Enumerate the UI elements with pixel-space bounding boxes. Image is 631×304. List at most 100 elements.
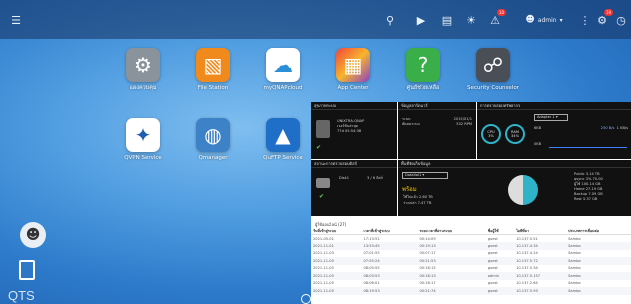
robot-assistant-icon[interactable]: ☻ (20, 222, 46, 248)
table-cell: 08:19:53 (361, 287, 418, 295)
user-menu[interactable]: ☻ admin ▾ (515, 12, 573, 28)
dashboard-icon[interactable]: ◷ (614, 12, 628, 28)
app-qvpn-service[interactable]: ✦ QVPN Service (113, 118, 173, 162)
disk-status-panel[interactable]: สถานะการตรวจสอบดิสก์ Disk1 3 / 6 ดิสก์ ✔ (311, 160, 397, 216)
app-control-panel[interactable]: ⚙ แผงควบคุม (113, 48, 173, 92)
column-header[interactable]: เวลาที่เข้าสู่ระบบ (361, 227, 418, 235)
table-cell: 2021-11-05 (313, 266, 334, 271)
column-header[interactable]: ระยะเวลาที่ผ่านระบบ (417, 227, 486, 235)
app-center[interactable]: ▦ App Center (323, 48, 383, 92)
table-cell: guest (485, 242, 515, 250)
table-cell: 2021-11-05 (311, 257, 362, 265)
table-cell: 17:13:51 (363, 236, 380, 241)
table-cell: guest (487, 251, 498, 256)
column-header[interactable]: ไอพีที่มา (514, 227, 567, 235)
table-row[interactable]: 2021-11-03 07:01:55 00:07:17 guest 10.137.4.… (311, 250, 631, 258)
network-graph (549, 144, 627, 148)
search-icon[interactable]: ⚲ (383, 12, 397, 28)
desktop: ☰ ⚲ ▶ ▤ ☀ ⚠ 10 ☻ admin ▾ ⋮ ⚙ 10 ◷ ⚙ แผงควบ… (0, 0, 631, 304)
volume-value: DataVol1 (405, 173, 422, 177)
trash-icon[interactable] (19, 260, 35, 280)
storage-pie (508, 175, 538, 205)
volume-icon[interactable]: ▶ (414, 12, 428, 28)
app-label: ศูนย์ช่วยเหลือ (406, 85, 440, 91)
table-cell: Samba (566, 257, 631, 265)
table-cell: 10.137.5.51 (516, 236, 538, 241)
column-header[interactable]: วันที่เข้าสู่ระบบ (311, 227, 362, 235)
table-cell: Samba (568, 236, 581, 241)
app-help-center[interactable]: ? ศูนย์ช่วยเหลือ (393, 48, 453, 92)
graph-scale-bottom: 0KB (534, 142, 542, 146)
table-cell: 07:01:55 (363, 251, 380, 256)
hardware-info-panel[interactable]: ข้อมูลฮาร์ดแวร์ ระบบ 2015/01/1 พัดลมระบบ 5… (398, 102, 476, 159)
table-row[interactable]: 2021-11-05 07:55:24 00:21:53 guest 10.137.5.… (311, 257, 631, 265)
table-cell: 08:05:55 (363, 266, 380, 271)
more-options-icon[interactable]: ⋮ (580, 12, 591, 28)
vpn-icon: ✦ (126, 118, 160, 152)
table-cell: 10.137.4.34 (514, 242, 567, 250)
stack-icon[interactable]: ▤ (440, 12, 454, 28)
storage-legend: Public 3.14 TB qsync 3% 70.00 ผู้ใช้ 100… (574, 172, 603, 202)
table-cell: 00:21:53 (417, 257, 486, 265)
table-cell: 10.137.5.72 (514, 257, 567, 265)
app-quftp-service[interactable]: ▲ QuFTP Service (253, 118, 313, 162)
table-cell: 08:03:53 (361, 272, 418, 280)
table-cell: Samba (568, 281, 581, 286)
table-cell: 10.137.4.24 (516, 251, 538, 256)
adapter-select[interactable]: Adapter 1 ▾ (534, 114, 568, 121)
disk-count: 3 / 6 ดิสก์ (367, 176, 383, 180)
table-row[interactable]: 2021-11-05 08:03:53 00:18:13 admin 10.137.5.… (311, 272, 631, 280)
volume-free: ว่างเปล่า 7.47 TB (403, 201, 432, 205)
qmanager-icon: ◍ (196, 118, 230, 152)
column-header[interactable]: ประเภทการเชื่อมต่อ (566, 227, 631, 235)
background-task-icon[interactable]: ☀ (464, 12, 478, 28)
online-users-table: วันที่เข้าสู่ระบบ เวลาที่เข้าสู่ระบบ ระยะเ… (311, 227, 631, 295)
app-myqnapcloud[interactable]: ☁ myQNAPcloud (253, 48, 313, 92)
table-cell: 00:07:17 (419, 251, 436, 256)
updates-icon[interactable]: ⚙ 10 (595, 9, 613, 28)
app-file-station[interactable]: ▧ File Station (183, 48, 243, 92)
main-menu-icon[interactable]: ☰ (8, 12, 24, 28)
table-cell: 2021-11-05 (311, 287, 362, 295)
table-row[interactable]: 2021-11-05 08:06:01 00:18:17 guest 10.137.2.… (311, 280, 631, 288)
table-row[interactable]: 2021-11-05 08:05:55 00:18:15 guest 10.137.5.… (311, 265, 631, 273)
table-row[interactable]: 2021-05-01 17:13:51 00:14:09 guest 10.137.5.… (311, 235, 631, 243)
user-icon: ☻ (525, 15, 535, 25)
user-name: admin (537, 16, 557, 24)
health-ok-icon: ✔ (316, 144, 322, 151)
app-security-counselor[interactable]: ☍ Security Counselor (463, 48, 523, 92)
dashboard-toggle-icon[interactable] (301, 294, 311, 304)
table-cell: 00:14:09 (419, 236, 436, 241)
table-row[interactable]: 2021-11-01 13:53:45 00:19:13 guest 10.137.4.… (311, 242, 631, 250)
table-cell: 08:06:01 (363, 281, 380, 286)
adapter-value: Adapter 1 (537, 115, 555, 119)
table-cell: 00:21:74 (417, 287, 486, 295)
table-cell: Samba (566, 242, 631, 250)
system-health-panel[interactable]: สุขภาพระบบ UNIXTRA-QNAP เวอร์ชันล่าสุด 7… (311, 102, 397, 159)
help-icon: ? (406, 48, 440, 82)
cpu-value: 3% (488, 134, 494, 138)
volume-used: ใช้ไปแล้ว 2.60 TB (403, 195, 433, 199)
qts-logo: QTS (8, 288, 35, 303)
storage-panel[interactable]: พื้นที่จัดเก็บข้อมูล DataVol1 ▾ พร้อม ใช… (398, 160, 631, 216)
notifications-icon[interactable]: ⚠ 10 (488, 9, 506, 28)
column-header[interactable]: ชื่อผู้ใช้ (485, 227, 515, 235)
hw-label: พัดลมระบบ (402, 122, 420, 126)
table-cell: guest (485, 287, 515, 295)
table-cell: 10.137.5.157 (514, 272, 567, 280)
disk-name: Disk1 (339, 176, 350, 180)
table-cell: Samba (568, 251, 581, 256)
nas-icon (316, 120, 330, 138)
table-row[interactable]: 2021-11-05 08:19:53 00:21:74 guest 10.137.5.… (311, 287, 631, 295)
resource-monitor-panel[interactable]: การตรวจสอบทรัพยากร CPU 3% RAM 34% Adapter … (477, 102, 631, 159)
online-users-panel[interactable]: ผู้ใช้ออนไลน์ (27) วันที่เข้าสู่ระบบ เวลา… (311, 218, 631, 304)
system-uptime: 77d 05:54:38 (337, 129, 362, 133)
table-cell: admin (485, 272, 515, 280)
table-cell: 13:53:45 (361, 242, 418, 250)
app-qmanager[interactable]: ◍ Qmanager (183, 118, 243, 162)
volume-state: พร้อม (402, 186, 417, 193)
app-label: myQNAPcloud (263, 85, 303, 91)
volume-select[interactable]: DataVol1 ▾ (402, 172, 448, 179)
table-cell: 10.137.5.34 (516, 266, 538, 271)
legend-item: Rest 5.37 GB (574, 197, 598, 201)
